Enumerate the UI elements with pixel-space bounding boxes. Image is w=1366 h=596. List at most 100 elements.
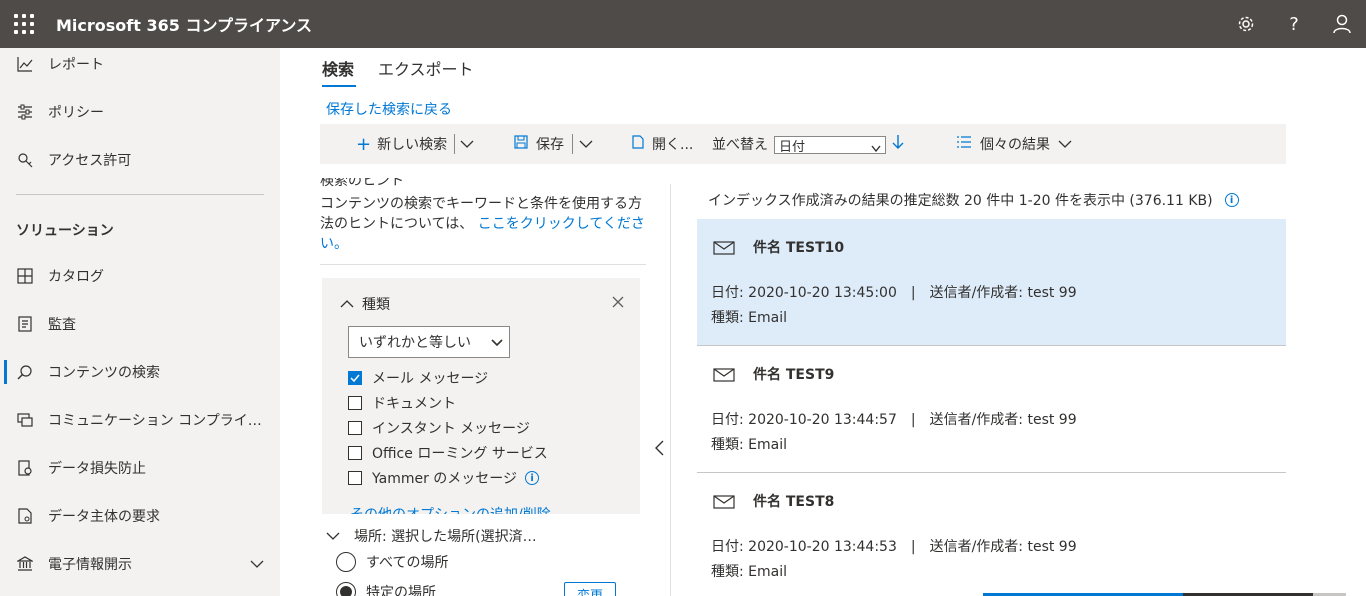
option-yammer[interactable]: Yammer のメッセージ i [348,468,540,488]
operator-value: いずれかと等しい [359,335,471,351]
result-subject: 件名 TEST9 [753,367,835,383]
chevron-down-icon [326,528,340,544]
new-search-button[interactable]: + 新しい検索 [356,124,447,164]
radio-specific-locations[interactable]: 特定の場所 [336,582,436,596]
result-subject: 件名 TEST8 [753,494,835,510]
checkbox[interactable] [348,421,362,435]
chart-icon [15,54,35,74]
operator-dropdown[interactable]: いずれかと等しい [348,326,510,358]
divider [320,264,646,265]
option-documents[interactable]: ドキュメント [348,393,456,413]
radio[interactable] [336,582,356,596]
app-title[interactable]: Microsoft 365 コンプライアンス [56,12,312,36]
nav-divider [16,194,264,195]
nav-item-label: コミュニケーション コンプライ… [48,413,262,429]
nav-item-communication-compliance[interactable]: コミュニケーション コンプライ… [0,400,280,440]
app-launcher-icon[interactable] [14,14,34,34]
nav-item-reports[interactable]: レポート [0,44,280,84]
change-locations-button[interactable]: 変更 [564,582,616,596]
locations-label: 場所: 選択した場所(選択済… [354,529,537,545]
checkbox[interactable] [348,471,362,485]
mail-icon [713,495,735,513]
chevron-up-icon[interactable] [340,296,354,312]
option-label: メール メッセージ [372,371,489,387]
result-meta: 日付: 2020-10-20 13:45:00 | 送信者/作成者: test 99 [711,285,1077,301]
radio[interactable] [336,552,356,572]
checkbox[interactable] [348,396,362,410]
nav-item-content-search[interactable]: コンテンツの検索 [0,352,280,392]
open-label: 開く... [652,137,694,153]
left-nav: レポート ポリシー アクセス許可 ソリューション カタログ 監査 コンテンツの検… [0,48,280,596]
nav-item-catalog[interactable]: カタログ [0,256,280,296]
chevron-down-icon [1058,136,1072,152]
help-icon[interactable]: ? [1282,12,1306,36]
result-type: 種類: Email [711,564,788,580]
nav-item-label: レポート [48,57,104,73]
tab-underline [322,85,356,87]
nav-item-ediscovery[interactable]: 電子情報開示 [0,544,280,584]
new-search-label: 新しい検索 [377,137,448,153]
result-sender: 送信者/作成者: test 99 [929,285,1077,301]
add-remove-options-link[interactable]: その他のオプションの追加/削除 [350,504,551,514]
person-icon[interactable] [1330,12,1354,36]
nav-item-label: カタログ [48,269,104,285]
view-label: 個々の結果 [980,137,1050,153]
checkbox[interactable] [348,371,362,385]
close-icon[interactable] [612,296,624,312]
chevron-down-icon [460,136,474,152]
option-label: インスタント メッセージ [372,421,530,437]
radio-label: 特定の場所 [366,585,436,596]
nav-item-permissions[interactable]: アクセス許可 [0,140,280,180]
option-office-roaming[interactable]: Office ローミング サービス [348,443,548,463]
results-summary: インデックス作成済みの結果の推定総数 20 件中 1-20 件を表示中 (376… [708,190,1239,210]
tab-export[interactable]: エクスポート [378,56,474,80]
results-summary-text: インデックス作成済みの結果の推定総数 20 件中 1-20 件を表示中 (376… [708,193,1213,209]
result-item[interactable]: 件名 TEST8 日付: 2020-10-20 13:44:53 | 送信者/作成者… [697,473,1286,596]
option-label: ドキュメント [372,396,456,412]
result-date: 日付: 2020-10-20 13:45:00 [711,285,897,301]
info-icon[interactable]: i [525,471,540,485]
result-sender: 送信者/作成者: test 99 [929,539,1077,555]
sliders-icon [15,102,35,122]
bank-icon [15,554,35,574]
nav-item-label: アクセス許可 [48,153,132,169]
sort-select[interactable]: 日付 [774,136,886,155]
tab-search[interactable]: 検索 [322,56,354,80]
result-item[interactable]: 件名 TEST9 日付: 2020-10-20 13:44:57 | 送信者/作成者… [697,346,1286,473]
radio-all-locations[interactable]: すべての場所 [336,552,448,572]
nav-item-data-subject-requests[interactable]: データ主体の要求 [0,496,280,536]
checkbox[interactable] [348,446,362,460]
save-button[interactable]: 保存 [514,124,564,164]
key-icon [15,150,35,170]
sort-direction-button[interactable] [892,124,904,164]
catalog-icon [15,266,35,286]
result-type: 種類: Email [711,310,788,326]
nav-item-label: コンテンツの検索 [48,365,160,381]
view-select[interactable]: 個々の結果 [956,124,1072,164]
save-dropdown[interactable] [579,124,593,164]
option-label: Office ローミング サービス [372,446,548,462]
save-label: 保存 [536,137,564,153]
back-to-saved-searches-link[interactable]: 保存した検索に戻る [326,99,452,119]
info-icon[interactable]: i [1224,193,1239,207]
nav-item-policies[interactable]: ポリシー [0,92,280,132]
locations-row[interactable]: 場所: 選択した場所(選択済… [320,526,537,546]
dlp-icon [15,458,35,478]
nav-item-dlp[interactable]: データ損失防止 [0,448,280,488]
nav-section-heading: ソリューション [16,223,114,239]
open-button[interactable]: 開く... [632,124,693,164]
option-instant-messages[interactable]: インスタント メッセージ [348,418,530,438]
option-email[interactable]: メール メッセージ [348,368,488,388]
command-bar: + 新しい検索 保存 開く... 並べ替え 日付 個々の結果 [320,124,1286,164]
toolbar-separator [572,134,573,154]
gear-icon[interactable] [1234,12,1258,36]
result-item[interactable]: 件名 TEST10 日付: 2020-10-20 13:45:00 | 送信者/作成… [697,219,1286,346]
arrow-down-icon [892,134,904,154]
nav-item-label: 電子情報開示 [48,557,132,573]
chevron-left-icon[interactable] [654,440,664,460]
nav-item-audit[interactable]: 監査 [0,304,280,344]
document-icon [15,506,35,526]
chevron-down-icon[interactable] [250,556,264,572]
new-search-dropdown[interactable] [460,124,474,164]
chevron-down-icon [579,136,593,152]
